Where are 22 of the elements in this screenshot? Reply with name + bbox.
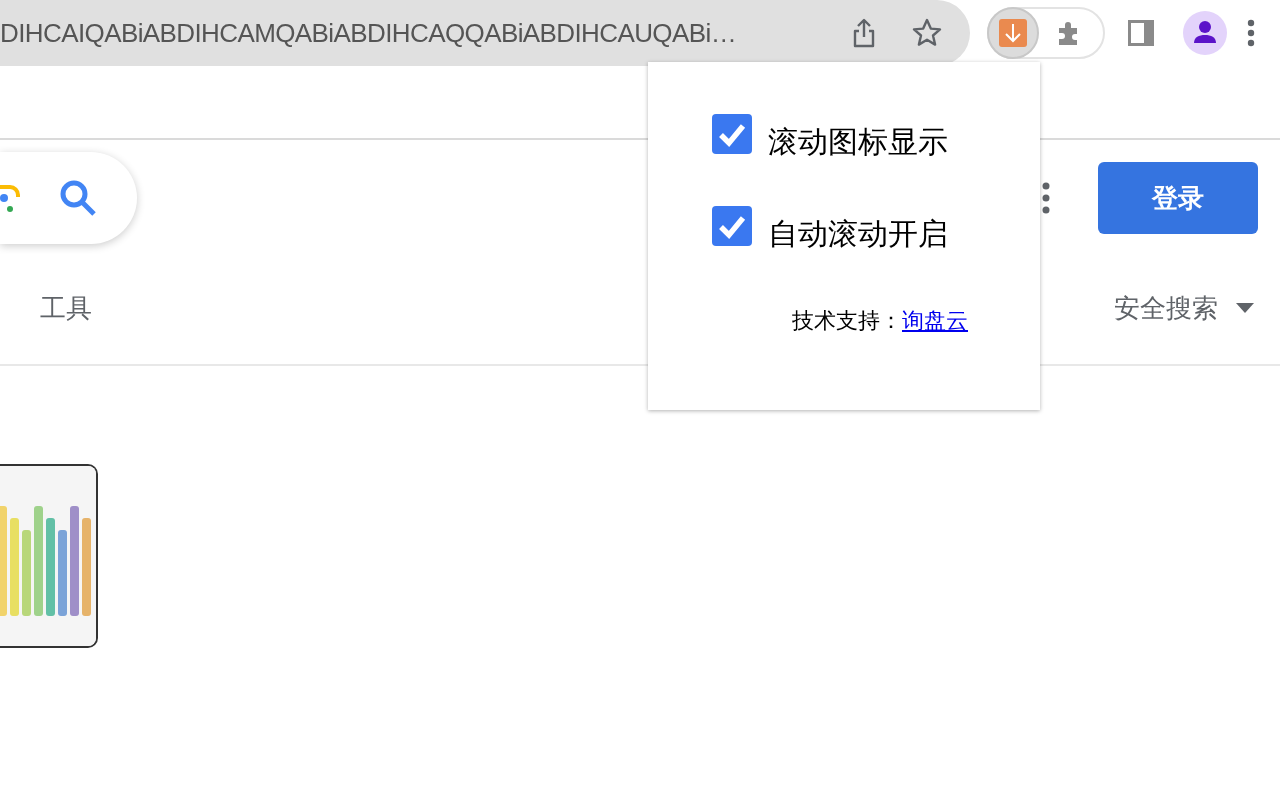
tools-link[interactable]: 工具 [40,290,92,326]
more-menu-icon[interactable] [1247,19,1255,47]
side-panel-icon[interactable] [1127,19,1155,47]
option-label: 自动滚动开启 [768,215,948,253]
url-text: DIHCAIQABiABDIHCAMQABiABDIHCAQQABiABDIHCAUQABi… [0,17,738,49]
more-options-icon[interactable] [1042,182,1050,214]
checkbox[interactable] [712,206,752,246]
lens-icon[interactable] [0,183,20,213]
address-bar[interactable]: DIHCAIQABiABDIHCAMQABiABDIHCAQQABiABDIHCAUQABi… [0,0,970,66]
checkbox[interactable] [712,114,752,154]
support-label: 技术支持： [792,308,902,333]
dropdown-caret-icon [1236,303,1254,313]
extension-button[interactable] [987,7,1039,59]
safe-search-label: 安全搜索 [1114,291,1218,325]
search-icon[interactable] [58,178,98,218]
search-box[interactable] [0,152,137,244]
login-button[interactable]: 登录 [1098,162,1258,234]
profile-avatar-icon[interactable] [1183,11,1227,55]
option-label: 滚动图标显示 [768,123,948,161]
star-icon[interactable] [912,18,942,48]
safe-search-dropdown[interactable]: 安全搜索 [1114,290,1254,326]
support-link[interactable]: 询盘云 [902,308,968,333]
